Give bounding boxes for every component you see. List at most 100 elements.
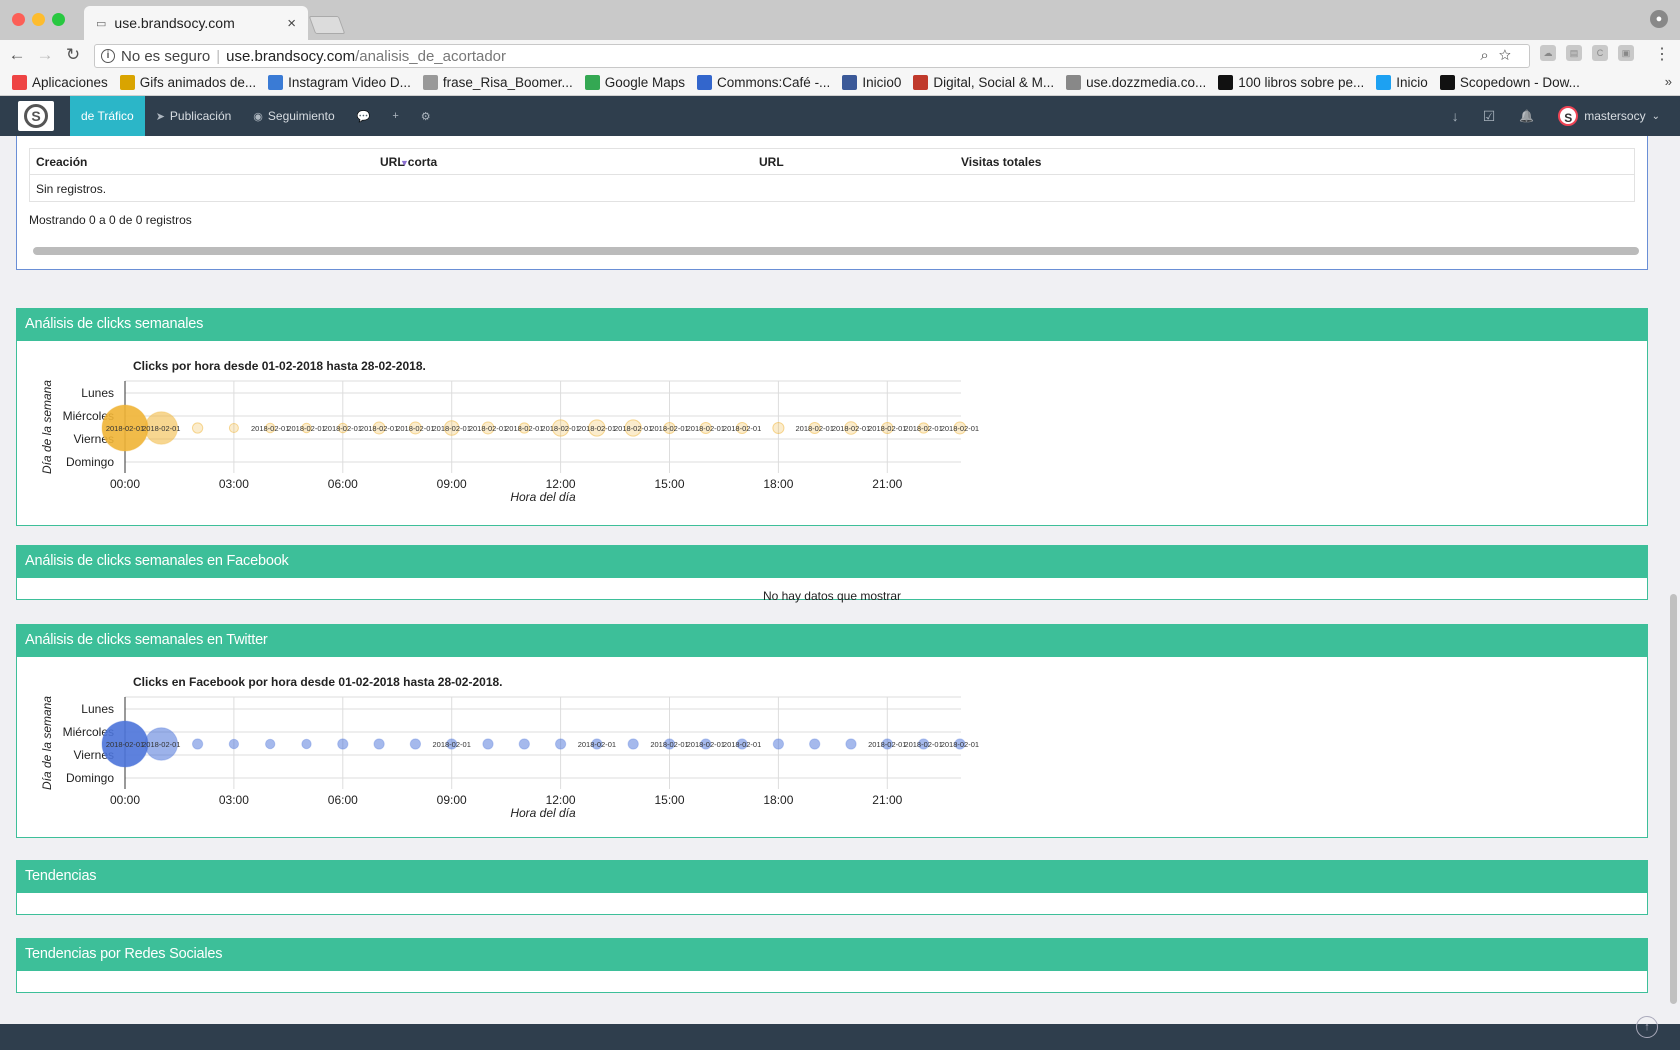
bookmark-favicon-icon — [842, 75, 858, 90]
bookmark-star-icon[interactable]: ☆ — [1499, 47, 1521, 64]
doc-extension-icon[interactable]: ▤ — [1566, 45, 1582, 61]
reload-icon[interactable]: ↻ — [62, 45, 84, 65]
bubble-label: 2018-02-01 — [251, 424, 289, 433]
x-tick-label: 15:00 — [654, 793, 684, 807]
new-tab-button[interactable] — [308, 16, 346, 34]
data-bubble[interactable] — [772, 738, 785, 750]
bubble-label: 2018-02-01 — [106, 424, 144, 433]
back-arrow-icon[interactable]: ← — [6, 45, 28, 65]
data-bubble[interactable] — [301, 738, 312, 750]
bookmark-item[interactable]: Inicio — [1376, 75, 1428, 90]
twitter-bubble-chart: LunesMiércolesViernesDomingo00:00 03:00 06… — [40, 696, 979, 820]
horizontal-scrollbar[interactable] — [33, 247, 1639, 255]
data-bubble[interactable] — [809, 738, 821, 750]
minimize-window-button[interactable] — [32, 13, 45, 26]
bookmark-favicon-icon — [1376, 75, 1392, 90]
data-bubble[interactable] — [191, 738, 204, 750]
browser-tab-bar: ▭ use.brandsocy.com × ● — [0, 0, 1680, 40]
data-bubble[interactable] — [337, 738, 349, 750]
user-menu[interactable]: S mastersocy ⌄ — [1558, 106, 1660, 126]
window-extension-icon[interactable]: ▣ — [1618, 45, 1634, 61]
data-bubble[interactable] — [409, 738, 422, 750]
column-url-corta[interactable]: URL corta — [380, 155, 437, 169]
bookmark-label: Scopedown - Dow... — [1459, 75, 1580, 90]
bookmark-item[interactable]: 100 libros sobre pe... — [1218, 75, 1364, 90]
x-tick-label: 03:00 — [219, 793, 249, 807]
data-bubble[interactable] — [373, 738, 385, 750]
zoom-icon[interactable]: ⌕ — [1480, 47, 1498, 64]
nav-icon: ⚙ — [420, 110, 431, 123]
bookmark-label: Inicio0 — [862, 75, 902, 90]
browser-menu-icon[interactable]: ⋮ — [1654, 44, 1670, 64]
bookmark-item[interactable]: Commons:Café -... — [697, 75, 830, 90]
bubble-label: 2018-02-01 — [287, 424, 325, 433]
bookmarks-more-icon[interactable]: » — [1665, 74, 1672, 89]
y-tick-label: Lunes — [81, 386, 114, 400]
data-bubble[interactable] — [772, 421, 785, 435]
bookmark-item[interactable]: Digital, Social & M... — [913, 75, 1054, 90]
bubble-label: 2018-02-01 — [142, 740, 180, 749]
x-tick-label: 15:00 — [654, 477, 684, 491]
nav-label: Publicación — [169, 109, 232, 123]
column-visitas[interactable]: Visitas totales — [961, 155, 1041, 169]
nav-item-3[interactable]: 💬 — [346, 96, 382, 136]
bubble-label: 2018-02-01 — [433, 424, 471, 433]
data-bubble[interactable] — [482, 738, 494, 750]
bookmark-item[interactable]: Scopedown - Dow... — [1439, 75, 1580, 90]
browser-tab[interactable]: ▭ use.brandsocy.com × — [84, 6, 308, 40]
bookmark-item[interactable]: use.dozzmedia.co... — [1066, 75, 1206, 90]
bookmark-label: use.dozzmedia.co... — [1086, 75, 1207, 90]
nav-right: ↓ ☑ 🔔 S mastersocy ⌄ — [1452, 96, 1660, 136]
x-tick-label: 21:00 — [872, 793, 902, 807]
data-bubble[interactable] — [191, 422, 204, 434]
data-bubble[interactable] — [265, 738, 276, 750]
data-bubble[interactable] — [845, 738, 857, 750]
brand-logo[interactable]: S — [18, 101, 54, 131]
bookmark-label: Commons:Café -... — [717, 75, 831, 90]
bubble-label: 2018-02-01 — [396, 424, 434, 433]
bookmark-item[interactable]: Gifs animados de... — [119, 75, 256, 90]
data-bubble[interactable] — [627, 738, 639, 750]
x-axis-label: Hora del día — [510, 806, 576, 820]
download-icon[interactable]: ↓ — [1452, 108, 1459, 124]
nav-item-5[interactable]: ⚙ — [410, 96, 442, 136]
data-bubble[interactable] — [554, 738, 567, 750]
nav-item-0[interactable]: de Tráfico — [70, 96, 145, 136]
bookmark-favicon-icon — [422, 75, 438, 90]
close-window-button[interactable] — [12, 13, 25, 26]
vertical-scrollbar-thumb[interactable] — [1670, 594, 1677, 1004]
nav-item-1[interactable]: ➤ Publicación — [145, 96, 243, 136]
tasks-icon[interactable]: ☑ — [1483, 108, 1496, 125]
panel-title: Tendencias por Redes Sociales — [17, 939, 1647, 971]
data-bubble[interactable] — [228, 738, 240, 750]
info-icon[interactable]: i — [101, 49, 115, 63]
profile-icon[interactable]: ● — [1650, 10, 1668, 28]
address-bar[interactable]: i No es seguro | use.brandsocy.com /anal… — [94, 44, 1530, 68]
nav-item-4[interactable]: + — [381, 96, 409, 136]
nav-label: de Tráfico — [81, 109, 134, 123]
c-extension-icon[interactable]: C — [1592, 45, 1608, 61]
maximize-window-button[interactable] — [52, 13, 65, 26]
data-bubble[interactable] — [518, 738, 530, 750]
page-footer — [0, 1024, 1680, 1050]
bookmark-item[interactable]: Aplicaciones — [12, 75, 108, 90]
bubble-label: 2018-02-01 — [941, 740, 979, 749]
nav-item-2[interactable]: ◉ Seguimiento — [242, 96, 345, 136]
avatar: S — [1558, 106, 1579, 126]
column-url[interactable]: URL — [759, 155, 784, 169]
bell-icon[interactable]: 🔔 — [1519, 109, 1534, 123]
bookmark-item[interactable]: Inicio0 — [842, 75, 901, 90]
bookmark-label: Inicio — [1396, 75, 1428, 90]
cloud-extension-icon[interactable]: ☁ — [1540, 45, 1556, 61]
nav-label: Seguimiento — [267, 109, 335, 123]
scroll-top-icon[interactable]: ↑ — [1636, 1016, 1658, 1038]
data-bubble[interactable] — [228, 423, 239, 433]
bookmark-item[interactable]: frase_Risa_Boomer... — [422, 75, 573, 90]
panel-title: Análisis de clicks semanales en Facebook — [17, 546, 1647, 578]
bookmark-item[interactable]: Instagram Video D... — [268, 75, 411, 90]
column-creacion[interactable]: Creación — [36, 155, 87, 169]
forward-arrow-icon[interactable]: → — [34, 45, 56, 65]
bookmark-item[interactable]: Google Maps — [584, 75, 685, 90]
nav-icon: ◉ — [253, 110, 263, 123]
tab-close-icon[interactable]: × — [287, 15, 296, 32]
